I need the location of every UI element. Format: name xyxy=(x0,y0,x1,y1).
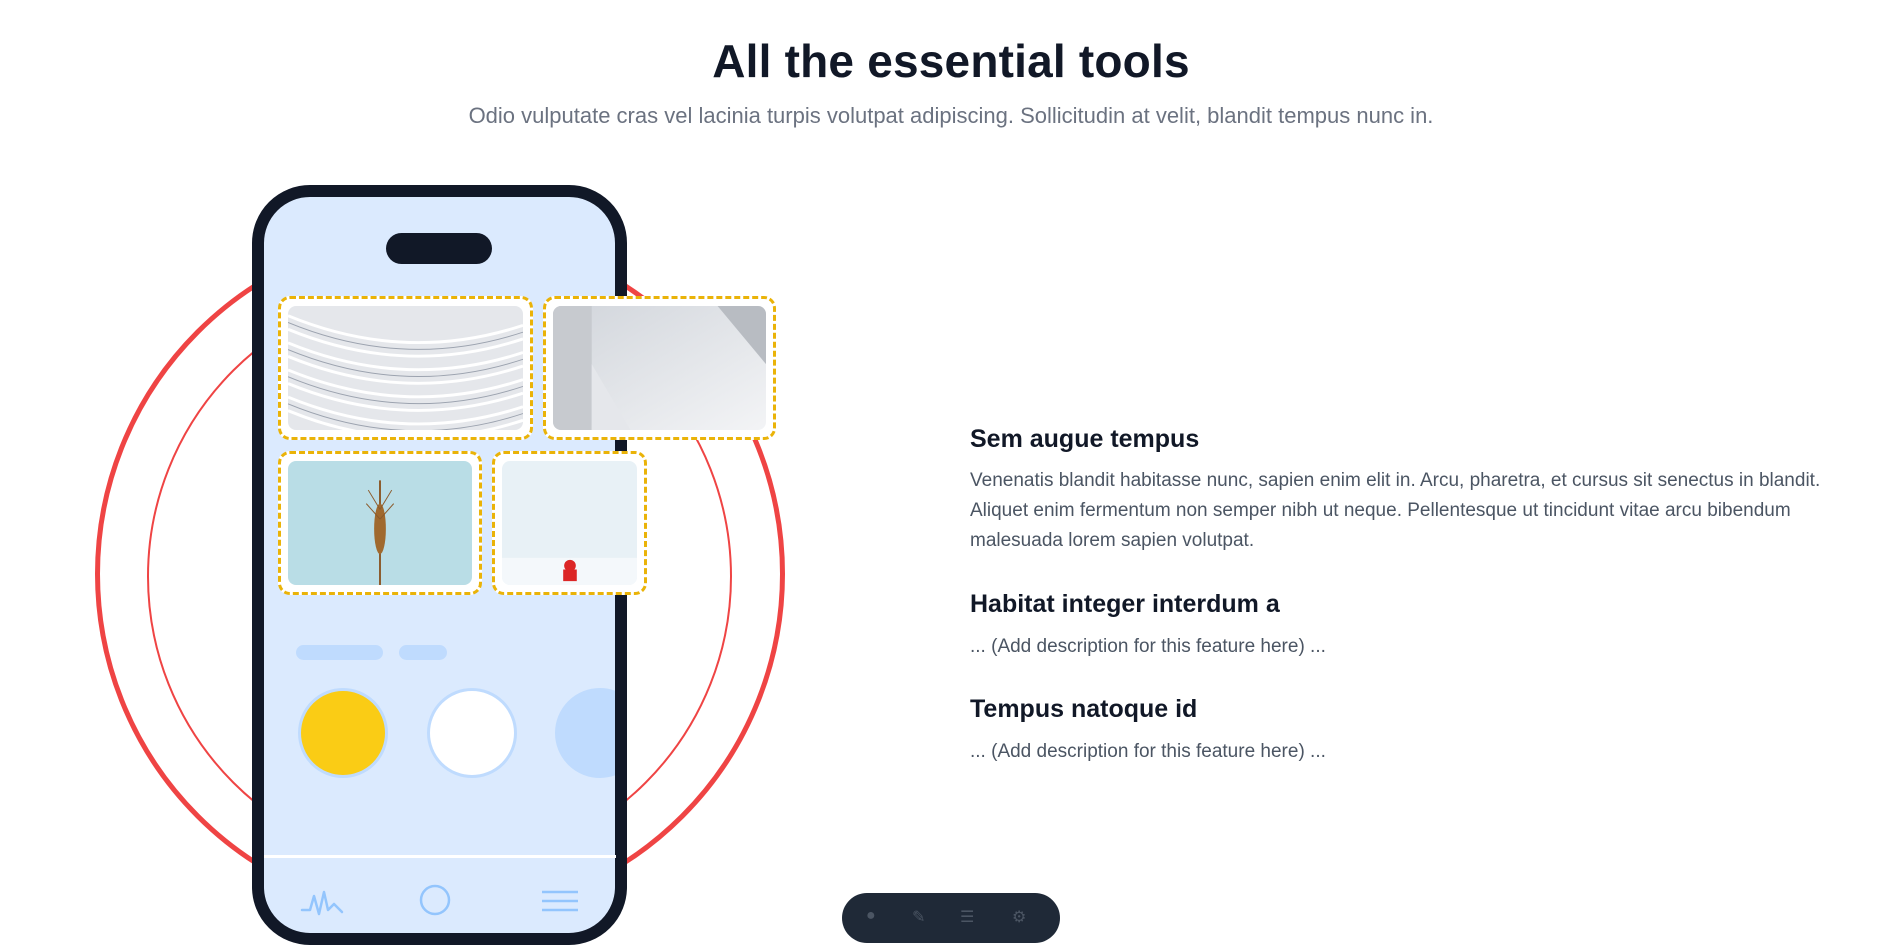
partial-circle-clip xyxy=(555,688,615,778)
abstract-architecture-image xyxy=(288,306,523,430)
photo-card[interactable] xyxy=(543,296,776,440)
photo-card[interactable] xyxy=(278,296,533,440)
user-icon[interactable]: ● xyxy=(866,907,876,925)
menu-icon[interactable] xyxy=(540,888,580,923)
list-icon[interactable]: ☰ xyxy=(960,907,974,927)
floating-toolbar[interactable]: ● ✎ ☰ ⚙ xyxy=(842,893,1060,943)
feature-title: Sem augue tempus xyxy=(970,425,1200,453)
photo-card[interactable] xyxy=(492,451,647,595)
feature-title: Tempus natoque id xyxy=(970,695,1198,723)
wheat-stalk-image xyxy=(288,461,472,585)
edit-icon[interactable]: ✎ xyxy=(912,907,925,927)
section-title: All the essential tools xyxy=(712,35,1190,87)
blue-circle-button[interactable] xyxy=(555,688,615,778)
feature-description: ... (Add description for this feature he… xyxy=(970,636,1326,657)
red-figure-image xyxy=(502,461,637,585)
phone-tab-divider xyxy=(264,855,616,858)
yellow-circle-button[interactable] xyxy=(298,688,388,778)
section-subtitle: Odio vulputate cras vel lacinia turpis v… xyxy=(468,103,1434,128)
feature-description: ... (Add description for this feature he… xyxy=(970,741,1326,762)
feature-title: Habitat integer interdum a xyxy=(970,590,1280,618)
feature-description: Venenatis blandit habitasse nunc, sapien… xyxy=(970,470,1821,551)
placeholder-bar xyxy=(399,645,447,660)
photo-card[interactable] xyxy=(278,451,482,595)
white-circle-button[interactable] xyxy=(427,688,517,778)
grey-geometric-image xyxy=(553,306,766,430)
phone-notch xyxy=(386,233,492,264)
settings-icon[interactable]: ⚙ xyxy=(1012,907,1026,927)
placeholder-bar xyxy=(296,645,383,660)
